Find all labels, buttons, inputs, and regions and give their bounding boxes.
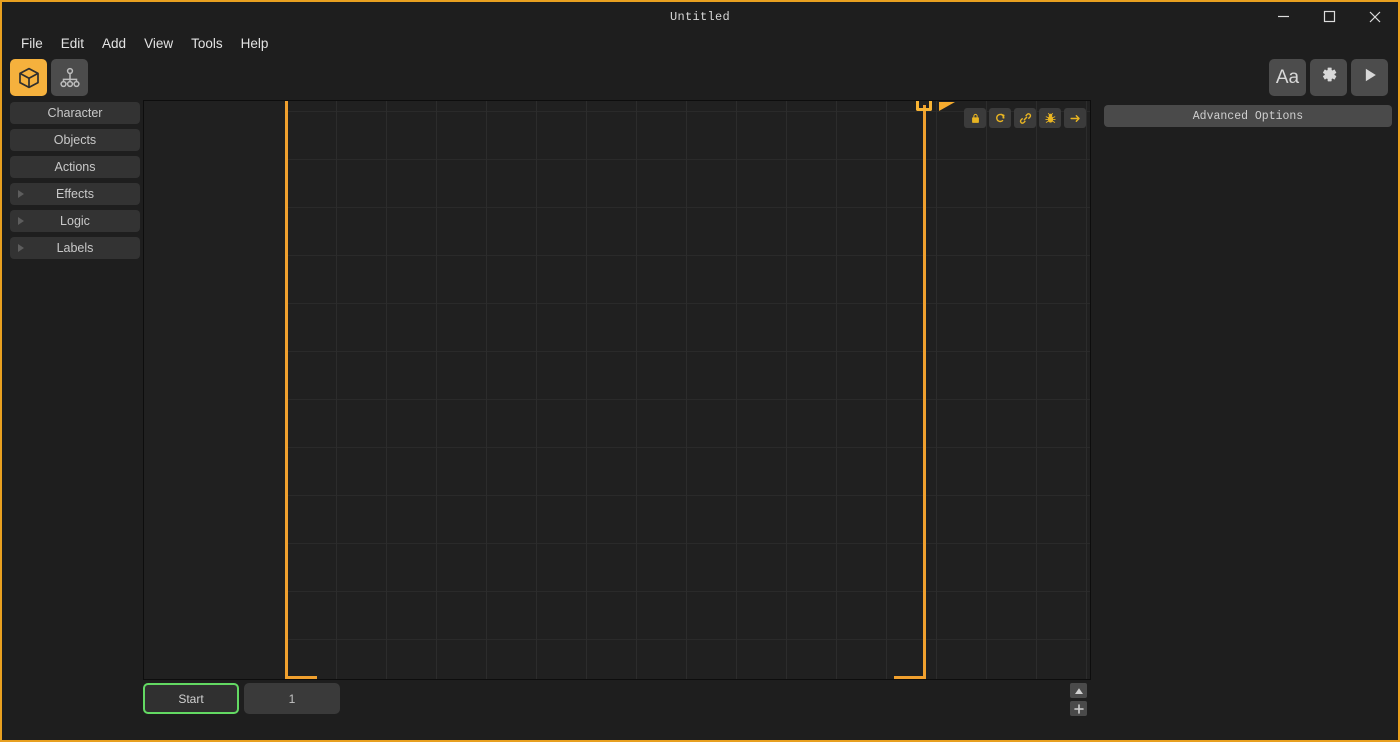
- lock-button[interactable]: [964, 108, 986, 128]
- advanced-options-label: Advanced Options: [1193, 110, 1303, 123]
- menu-item-file[interactable]: File: [12, 34, 52, 53]
- zoom-in-button[interactable]: [1070, 701, 1087, 716]
- sidebar-item-labels[interactable]: Labels: [10, 237, 140, 259]
- cube-icon: [17, 66, 41, 90]
- plus-icon: [1074, 704, 1084, 714]
- window-title: Untitled: [2, 10, 1398, 24]
- primary-toolbar: [10, 59, 88, 96]
- sidebar-item-logic[interactable]: Logic: [10, 210, 140, 232]
- sidebar: Character Objects Actions Effects Logic …: [10, 102, 140, 259]
- chevron-right-icon[interactable]: [18, 244, 24, 252]
- menu-item-view[interactable]: View: [135, 34, 182, 53]
- play-icon: [1360, 65, 1380, 91]
- page-number-button[interactable]: 1: [244, 683, 340, 714]
- sidebar-item-label: Actions: [55, 160, 96, 174]
- sidebar-item-character[interactable]: Character: [10, 102, 140, 124]
- minimize-button[interactable]: [1260, 2, 1306, 31]
- sidebar-item-objects[interactable]: Objects: [10, 129, 140, 151]
- sidebar-item-effects[interactable]: Effects: [10, 183, 140, 205]
- maximize-button[interactable]: [1306, 2, 1352, 31]
- menu-item-edit[interactable]: Edit: [52, 34, 93, 53]
- secondary-toolbar: Aa: [1269, 59, 1388, 96]
- rotate-button[interactable]: [989, 108, 1011, 128]
- start-track-line[interactable]: [285, 101, 288, 679]
- start-track-foot: [285, 676, 317, 679]
- hierarchy-icon: [58, 66, 82, 90]
- menu-item-help[interactable]: Help: [232, 34, 278, 53]
- scroll-up-button[interactable]: [1070, 683, 1087, 698]
- arrow-right-icon: [1069, 112, 1082, 125]
- link-button[interactable]: [1014, 108, 1036, 128]
- scene-view-button[interactable]: [10, 59, 47, 96]
- end-track-foot: [894, 676, 926, 679]
- canvas-scroll-controls: [1070, 683, 1087, 719]
- start-button[interactable]: Start: [143, 683, 239, 714]
- title-bar: Untitled: [2, 2, 1398, 31]
- settings-button[interactable]: [1310, 59, 1347, 96]
- debug-button[interactable]: [1039, 108, 1061, 128]
- gear-icon: [1318, 64, 1339, 91]
- canvas-mini-toolbar: [964, 108, 1086, 128]
- chevron-right-icon[interactable]: [18, 217, 24, 225]
- menu-item-tools[interactable]: Tools: [182, 34, 232, 53]
- marker-flag-icon[interactable]: [939, 102, 955, 111]
- sidebar-item-label: Labels: [57, 241, 94, 255]
- menu-bar: File Edit Add View Tools Help: [2, 31, 277, 55]
- timeline-grid: [286, 101, 1091, 680]
- sidebar-item-label: Character: [48, 106, 103, 120]
- rotate-cursor-icon: [994, 112, 1007, 125]
- text-style-button[interactable]: Aa: [1269, 59, 1306, 96]
- play-button[interactable]: [1351, 59, 1388, 96]
- playhead-handle[interactable]: [916, 101, 932, 111]
- sidebar-item-label: Logic: [60, 214, 90, 228]
- chevron-right-icon[interactable]: [18, 190, 24, 198]
- page-number-label: 1: [289, 692, 296, 706]
- application-window: Untitled File Edit Add View Tools Help: [0, 0, 1400, 742]
- sidebar-item-label: Effects: [56, 187, 94, 201]
- node-graph-button[interactable]: [51, 59, 88, 96]
- lock-icon: [969, 112, 982, 125]
- bug-icon: [1044, 112, 1057, 125]
- triangle-up-icon: [1074, 687, 1084, 695]
- timeline-canvas[interactable]: [143, 100, 1091, 680]
- text-aa-icon: Aa: [1276, 67, 1299, 89]
- chain-link-icon: [1019, 112, 1032, 125]
- advanced-options-button[interactable]: Advanced Options: [1104, 105, 1392, 127]
- sidebar-item-label: Objects: [54, 133, 96, 147]
- sidebar-item-actions[interactable]: Actions: [10, 156, 140, 178]
- menu-item-add[interactable]: Add: [93, 34, 135, 53]
- start-button-label: Start: [178, 692, 203, 706]
- window-controls: [1260, 2, 1398, 31]
- close-button[interactable]: [1352, 2, 1398, 31]
- goto-button[interactable]: [1064, 108, 1086, 128]
- end-track-line[interactable]: [923, 105, 926, 679]
